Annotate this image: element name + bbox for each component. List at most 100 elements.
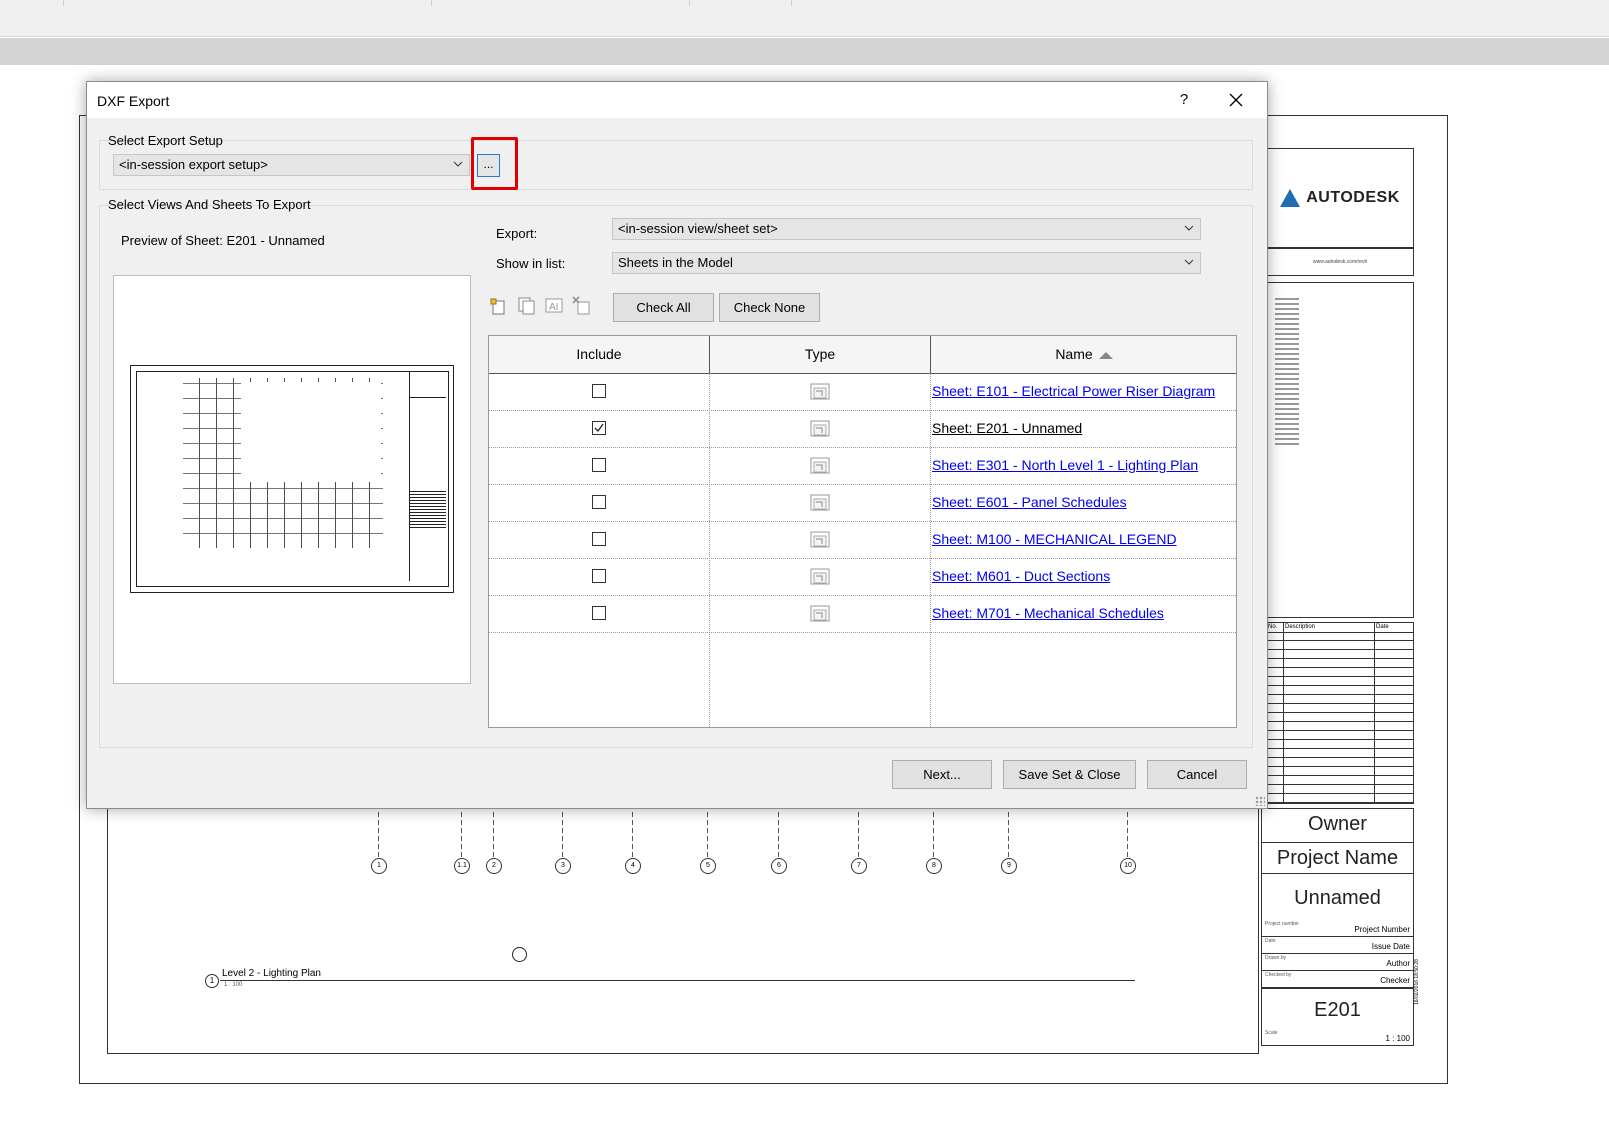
include-checkbox[interactable] [592, 458, 606, 472]
grid-line [632, 812, 633, 857]
table-row[interactable]: Sheet: M100 - MECHANICAL LEGEND [489, 521, 1236, 559]
revision-col-description: Description [1285, 624, 1316, 630]
chevron-down-icon [1184, 225, 1194, 231]
resize-grip-icon[interactable] [1255, 796, 1265, 806]
chevron-down-icon [453, 161, 463, 167]
sheet-type-icon [810, 457, 832, 478]
revision-col-no: No. [1268, 624, 1278, 630]
duplicate-set-icon[interactable] [517, 296, 537, 316]
help-button[interactable]: ? [1174, 90, 1194, 110]
grid-bubble: 4 [625, 858, 641, 874]
grid-bubble: 3 [555, 858, 571, 874]
row-label: Drawn by [1265, 955, 1287, 961]
next-button[interactable]: Next... [892, 760, 992, 789]
show-in-list-dropdown[interactable]: Sheets in the Model [612, 252, 1201, 274]
level-view-number: 1 [205, 974, 219, 988]
rename-set-icon[interactable]: AI [544, 296, 564, 316]
export-set-dropdown[interactable]: <in-session view/sheet set> [612, 218, 1201, 240]
delete-set-icon[interactable] [572, 296, 592, 316]
title-block-website: www.autodesk.com/revit [1266, 248, 1414, 276]
grid-bubble: 2 [486, 858, 502, 874]
svg-text:AI: AI [549, 302, 558, 313]
grid-bubble: 8 [926, 858, 942, 874]
include-checkbox[interactable] [592, 384, 606, 398]
export-setup-value: <in-session export setup> [119, 157, 268, 172]
close-button[interactable] [1223, 88, 1249, 112]
row-label: Date [1265, 938, 1276, 944]
table-row[interactable]: Sheet: E301 - North Level 1 - Lighting P… [489, 447, 1236, 485]
sheet-name-link[interactable]: Sheet: M100 - MECHANICAL LEGEND [932, 531, 1177, 547]
sort-ascending-icon [1098, 351, 1113, 359]
consultant-lines [1275, 295, 1315, 448]
include-checkbox[interactable] [592, 606, 606, 620]
grid-bubble: 6 [771, 858, 787, 874]
toolbar-divider [430, 0, 432, 6]
table-row[interactable]: Sheet: E101 - Electrical Power Riser Dia… [489, 373, 1236, 411]
sheet-name-link[interactable]: Sheet: E601 - Panel Schedules [932, 494, 1127, 510]
check-all-button[interactable]: Check All [613, 293, 714, 322]
dialog-titlebar: DXF Export ? [87, 82, 1267, 118]
sheet-name-link[interactable]: Sheet: E301 - North Level 1 - Lighting P… [932, 457, 1198, 473]
project-name-label: Project Name [1261, 842, 1414, 874]
logo-text: AUTODESK [1306, 189, 1400, 206]
row-value: Author [1386, 959, 1410, 968]
sheet-name-link[interactable]: Sheet: M701 - Mechanical Schedules [932, 605, 1164, 621]
chevron-down-icon [1184, 259, 1194, 265]
toolbar-divider [688, 0, 690, 6]
table-row[interactable]: Sheet: M601 - Duct Sections [489, 558, 1236, 596]
sheet-type-icon [810, 531, 832, 552]
grid-line [858, 812, 859, 857]
table-row[interactable]: Sheet: E201 - Unnamed [489, 410, 1236, 448]
row-value: Checker [1380, 976, 1410, 985]
revision-table: No. Description Date [1266, 622, 1414, 804]
owner-label: Owner [1261, 808, 1414, 843]
column-name[interactable]: Name [931, 336, 1237, 373]
grid-line [562, 812, 563, 857]
column-type-label: Type [804, 346, 836, 362]
preview-thumbnail [130, 365, 454, 593]
scale-label: Scale [1265, 1030, 1278, 1036]
plan-axis-line [370, 808, 1130, 815]
dxf-export-dialog: DXF Export ? Select Export Setup <in-ses… [86, 81, 1268, 809]
include-checkbox[interactable] [592, 495, 606, 509]
grid-line [1127, 812, 1128, 857]
sheet-type-icon [810, 494, 832, 515]
save-set-close-button[interactable]: Save Set & Close [1003, 760, 1136, 789]
sheet-type-icon [810, 568, 832, 589]
cancel-button[interactable]: Cancel [1147, 760, 1247, 789]
grid-line [933, 812, 934, 857]
grid-bubble: 1 [371, 858, 387, 874]
column-name-label: Name [1055, 346, 1093, 362]
sheet-name-link[interactable]: Sheet: E101 - Electrical Power Riser Dia… [932, 383, 1215, 399]
autodesk-logo-icon [1280, 189, 1301, 207]
sheets-table: Include Type Name Sheet: E101 - Electric… [488, 335, 1237, 728]
sheet-type-icon [810, 420, 832, 441]
sheet-name-link[interactable]: Sheet: M601 - Duct Sections [932, 568, 1110, 584]
highlight-annotation [471, 137, 518, 190]
include-checkbox[interactable] [592, 569, 606, 583]
table-row[interactable]: Sheet: E601 - Panel Schedules [489, 484, 1236, 522]
check-none-button[interactable]: Check None [719, 293, 820, 322]
column-include[interactable]: Include [489, 336, 710, 373]
show-in-list-label: Show in list: [496, 256, 566, 271]
toolbar-divider [790, 0, 792, 6]
column-include-label: Include [576, 346, 622, 362]
views-sheets-label: Select Views And Sheets To Export [108, 197, 311, 212]
column-type[interactable]: Type [710, 336, 931, 373]
new-set-icon[interactable] [489, 296, 509, 316]
scale-value: 1 : 100 [1385, 1034, 1410, 1043]
toolbar-divider [62, 0, 64, 6]
close-icon [1229, 93, 1243, 107]
grid-bubble: 10 [1120, 858, 1136, 874]
grid-line [1008, 812, 1009, 857]
include-checkbox[interactable] [592, 421, 606, 435]
export-label: Export: [496, 226, 538, 241]
revision-col-date: Date [1376, 624, 1389, 630]
table-header: Include Type Name [489, 336, 1236, 374]
export-setup-dropdown[interactable]: <in-session export setup> [113, 154, 470, 176]
include-checkbox[interactable] [592, 532, 606, 546]
level-title-line [220, 980, 1135, 981]
sheet-name-link[interactable]: Sheet: E201 - Unnamed [932, 420, 1082, 436]
title-block-consultants [1266, 282, 1414, 618]
table-row[interactable]: Sheet: M701 - Mechanical Schedules [489, 595, 1236, 633]
